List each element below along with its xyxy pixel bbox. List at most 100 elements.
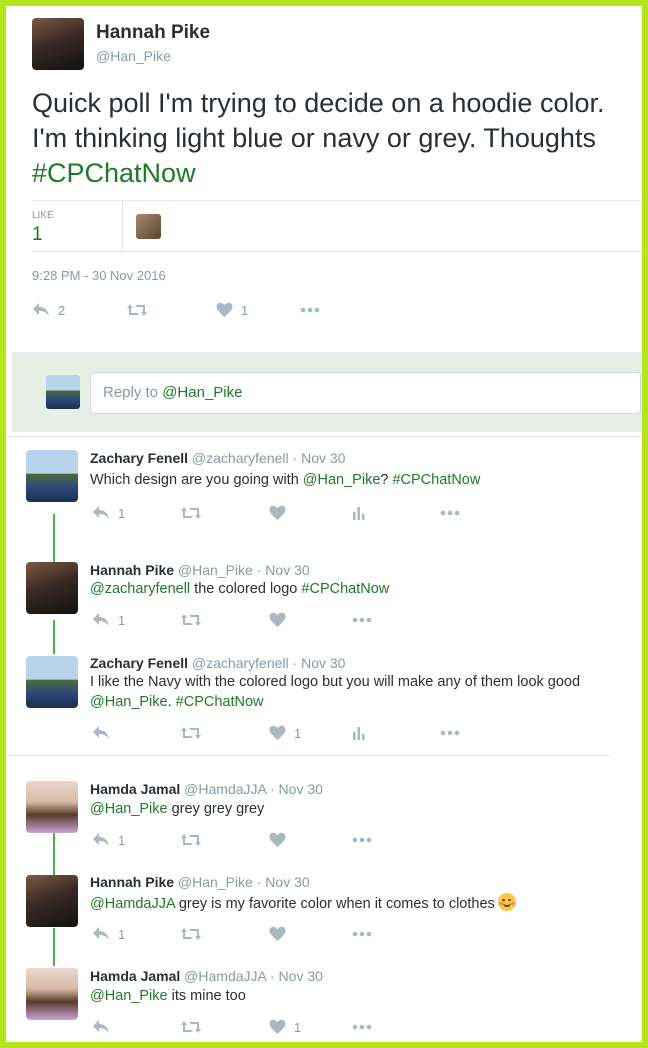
heart-icon [269, 1019, 286, 1034]
reply-avatar[interactable] [26, 450, 78, 502]
like-button[interactable]: 1 [269, 725, 301, 741]
heart-icon [269, 505, 286, 520]
retweet-button[interactable] [180, 612, 202, 628]
more-button[interactable] [440, 725, 460, 741]
like-count[interactable]: 1 [32, 224, 43, 246]
analytics-button[interactable] [352, 505, 366, 521]
retweet-button[interactable] [180, 832, 202, 848]
reply-text: Which design are you going with @Han_Pik… [90, 471, 610, 491]
more-button[interactable] [352, 832, 372, 848]
like-button[interactable]: 1 [216, 302, 248, 318]
retweet-button[interactable] [180, 505, 202, 521]
reply-author-name[interactable]: Zachary Fenell [90, 655, 188, 671]
reply-button[interactable]: 1 [92, 505, 125, 521]
mention-link[interactable]: @Han_Pike [303, 472, 381, 488]
like-button[interactable] [269, 926, 286, 942]
more-icon [440, 510, 460, 516]
reply-actions: 1 [90, 832, 490, 852]
author-handle[interactable]: @Han_Pike [96, 48, 171, 64]
reply-author-handle[interactable]: @zacharyfenell [192, 450, 289, 466]
reply-button[interactable]: 1 [92, 832, 125, 848]
reply-button[interactable] [92, 1019, 110, 1035]
reply-actions: 1 [90, 612, 490, 632]
like-button[interactable] [269, 612, 286, 628]
like-button[interactable]: 1 [269, 1019, 301, 1035]
mention-link[interactable]: @HamdaJJA [90, 896, 175, 912]
more-icon [352, 931, 372, 937]
heart-icon [216, 302, 233, 317]
reply-author-handle[interactable]: @HamdaJJA [184, 781, 266, 797]
retweet-button[interactable] [180, 926, 202, 942]
reply-body: Which design are you going with [90, 472, 303, 488]
mention-link[interactable]: @zacharyfenell [90, 581, 190, 597]
like-count-action: 1 [241, 302, 249, 318]
reply-author-name[interactable]: Hannah Pike [90, 874, 174, 890]
retweet-button[interactable] [180, 725, 202, 741]
reply-author-name[interactable]: Zachary Fenell [90, 450, 188, 466]
reply-avatar[interactable] [26, 875, 78, 927]
more-icon [352, 1024, 372, 1030]
reply-button[interactable]: 1 [92, 612, 125, 628]
reply-avatar[interactable] [26, 781, 78, 833]
mention-link[interactable]: @Han_Pike [90, 801, 168, 817]
reply-body: grey grey grey [167, 801, 265, 817]
liker-avatar[interactable] [136, 214, 161, 239]
reply-author-handle[interactable]: @Han_Pike [178, 562, 253, 578]
reply-icon [93, 506, 109, 519]
hashtag-link[interactable]: #CPChatNow [176, 694, 264, 710]
reply-actions: 1 [90, 926, 490, 946]
retweet-button[interactable] [126, 302, 148, 318]
reply-icon [93, 833, 109, 846]
author-name[interactable]: Hannah Pike [96, 22, 210, 44]
analytics-button[interactable] [352, 725, 366, 741]
reply-author-name[interactable]: Hannah Pike [90, 562, 174, 578]
reply-author-handle[interactable]: @Han_Pike [178, 874, 253, 890]
more-button[interactable] [352, 926, 372, 942]
reply-text: @zacharyfenell the colored logo #CPChatN… [90, 580, 610, 600]
reply-avatar[interactable] [26, 562, 78, 614]
more-button[interactable] [352, 1019, 372, 1035]
reply-text: @Han_Pike grey grey grey [90, 800, 610, 820]
more-button[interactable] [352, 612, 372, 628]
mention-link[interactable]: @Han_Pike [90, 694, 168, 710]
hashtag-link[interactable]: #CPChatNow [301, 581, 389, 597]
reply-author-handle[interactable]: @HamdaJJA [184, 968, 266, 984]
retweet-button[interactable] [180, 1019, 202, 1035]
reply-icon [93, 1020, 109, 1033]
author-avatar[interactable] [32, 18, 84, 70]
reply-button[interactable] [92, 725, 110, 741]
reply-author-name[interactable]: Hamda Jamal [90, 781, 180, 797]
thread-line [53, 833, 55, 875]
analytics-icon [353, 727, 365, 740]
mention-link[interactable]: @Han_Pike [90, 988, 168, 1004]
like-button[interactable] [269, 505, 286, 521]
reply-button[interactable]: 2 [32, 302, 65, 318]
more-icon [352, 617, 372, 623]
reply-icon [93, 613, 109, 626]
reply-time[interactable]: Nov 30 [265, 874, 309, 890]
tweet-timestamp[interactable]: 9:28 PM - 30 Nov 2016 [32, 268, 166, 283]
reply-header: Hamda Jamal @HamdaJJA · Nov 30 [90, 968, 323, 984]
reply-actions: 1 [90, 1019, 490, 1039]
hashtag-link[interactable]: #CPChatNow [32, 158, 196, 188]
reply-author-handle[interactable]: @zacharyfenell [192, 655, 289, 671]
like-button[interactable] [269, 832, 286, 848]
reply-time[interactable]: Nov 30 [301, 655, 345, 671]
reply-input[interactable]: Reply to @Han_Pike [90, 372, 641, 414]
more-button[interactable] [440, 505, 460, 521]
more-icon [300, 307, 320, 313]
reply-avatar[interactable] [26, 968, 78, 1020]
reply-button[interactable]: 1 [92, 926, 125, 942]
separator-dot: · [292, 655, 298, 671]
reply-time[interactable]: Nov 30 [279, 781, 323, 797]
separator [8, 436, 642, 437]
reply-time[interactable]: Nov 30 [301, 450, 345, 466]
hashtag-link[interactable]: #CPChatNow [392, 472, 480, 488]
reply-time[interactable]: Nov 30 [279, 968, 323, 984]
stats-divider [122, 201, 123, 252]
reply-avatar[interactable] [26, 656, 78, 708]
reply-time[interactable]: Nov 30 [265, 562, 309, 578]
heart-icon [269, 926, 286, 941]
reply-author-name[interactable]: Hamda Jamal [90, 968, 180, 984]
more-button[interactable] [300, 302, 320, 318]
